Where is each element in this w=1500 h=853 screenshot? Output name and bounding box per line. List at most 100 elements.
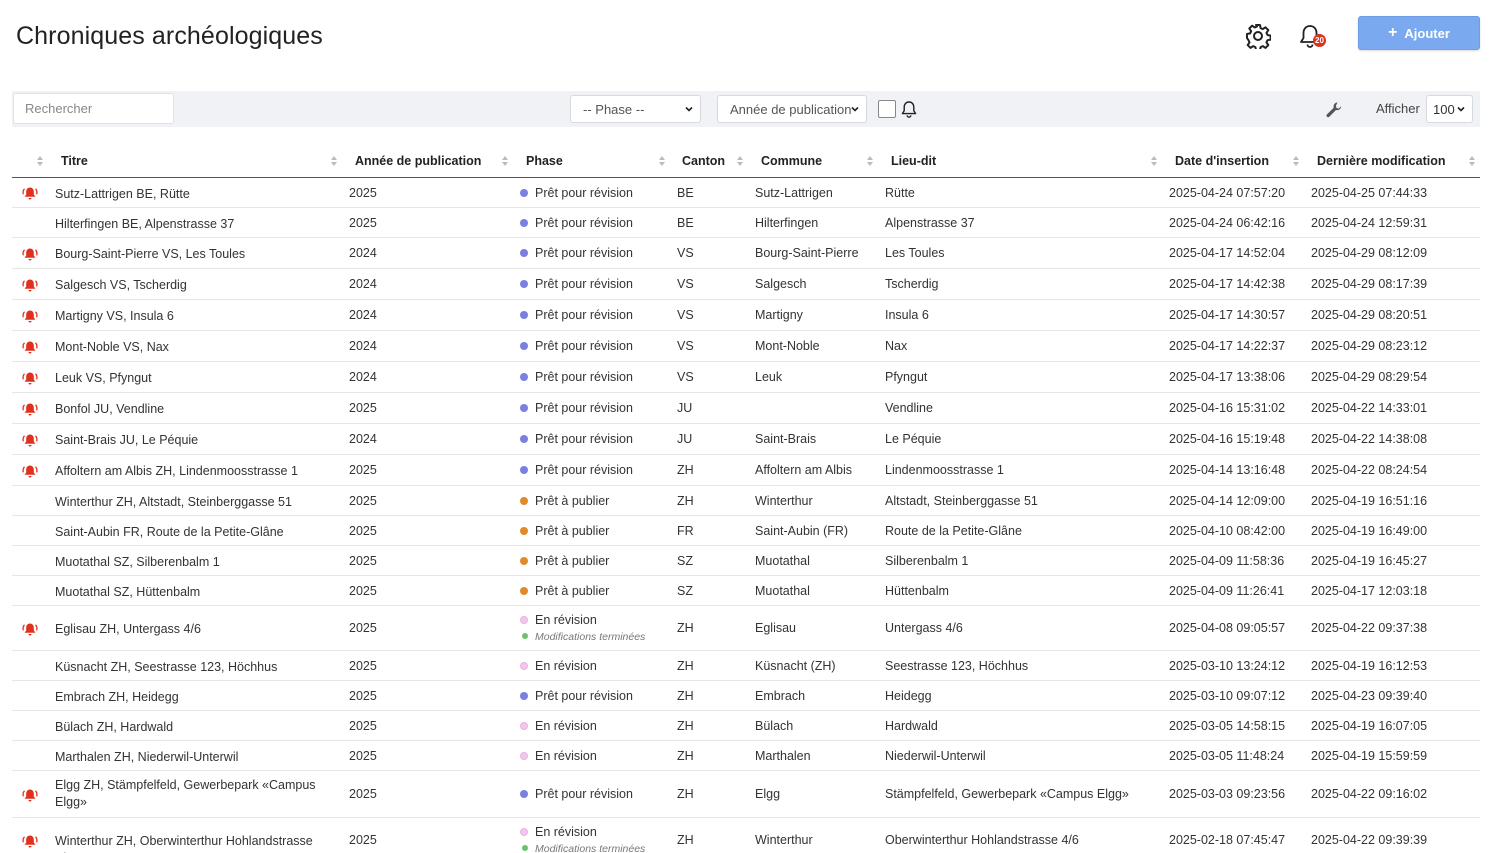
column-header-inserted[interactable]: Date d'insertion: [1175, 154, 1269, 168]
row-modified-date: 2025-04-25 07:44:33: [1311, 186, 1428, 200]
settings-gear-icon[interactable]: [1245, 23, 1272, 52]
sort-icon[interactable]: [37, 156, 43, 166]
table-row[interactable]: Martigny VS, Insula 6 2024 Prêt pour révis…: [12, 300, 1480, 331]
row-year: 2025: [349, 689, 377, 703]
row-title[interactable]: Martigny VS, Insula 6: [55, 308, 325, 325]
alarm-bell-icon[interactable]: [21, 787, 39, 803]
row-title[interactable]: Salgesch VS, Tscherdig: [55, 277, 325, 294]
table-row[interactable]: Eglisau ZH, Untergass 4/6 2025 En révision…: [12, 606, 1480, 651]
alarm-bell-icon[interactable]: [21, 246, 39, 262]
page-size-select[interactable]: 100: [1426, 95, 1473, 123]
alarm-bell-icon[interactable]: [21, 833, 39, 849]
row-title[interactable]: Marthalen ZH, Niederwil-Unterwil: [55, 749, 325, 766]
alarm-bell-icon[interactable]: [21, 185, 39, 201]
alarm-bell-icon[interactable]: [21, 621, 39, 637]
table-row[interactable]: Embrach ZH, Heidegg 2025 Prêt pour révisio…: [12, 681, 1480, 711]
row-year: 2025: [349, 749, 377, 763]
notifications-bell-icon[interactable]: 20: [1298, 23, 1328, 51]
table-row[interactable]: Bonfol JU, Vendline 2025 Prêt pour révisio…: [12, 393, 1480, 424]
search-input[interactable]: [13, 93, 174, 124]
row-title[interactable]: Bourg-Saint-Pierre VS, Les Toules: [55, 246, 325, 263]
phase-label: Prêt pour révision: [535, 186, 633, 200]
sort-icon[interactable]: [659, 156, 665, 166]
row-modified-date: 2025-04-29 08:17:39: [1311, 277, 1428, 291]
year-select[interactable]: Année de publication: [717, 95, 867, 123]
column-header-year[interactable]: Année de publication: [355, 154, 481, 168]
row-phase: En révision Modifications terminées: [520, 825, 645, 853]
phase-label: En révision: [535, 613, 597, 627]
table-row[interactable]: Hilterfingen BE, Alpenstrasse 37 2025 Prêt…: [12, 208, 1480, 238]
table-row[interactable]: Salgesch VS, Tscherdig 2024 Prêt pour révi…: [12, 269, 1480, 300]
row-canton: ZH: [677, 749, 694, 763]
row-title[interactable]: Winterthur ZH, Altstadt, Steinberggasse …: [55, 494, 325, 511]
table-row[interactable]: Bülach ZH, Hardwald 2025 En révision ZH Büla…: [12, 711, 1480, 741]
table-row[interactable]: Muotathal SZ, Hüttenbalm 2025 Prêt à publi…: [12, 576, 1480, 606]
row-title[interactable]: Saint-Brais JU, Le Péquie: [55, 432, 325, 449]
row-title[interactable]: Winterthur ZH, Oberwinterthur Hohlandstr…: [55, 833, 325, 853]
row-inserted-date: 2025-02-18 07:45:47: [1169, 833, 1286, 847]
row-commune: Küsnacht (ZH): [755, 659, 836, 673]
table-row[interactable]: Mont-Noble VS, Nax 2024 Prêt pour révision…: [12, 331, 1480, 362]
row-title[interactable]: Muotathal SZ, Hüttenbalm: [55, 584, 325, 601]
sort-icon[interactable]: [1151, 156, 1157, 166]
alarm-bell-icon[interactable]: [21, 339, 39, 355]
table-row[interactable]: Winterthur ZH, Oberwinterthur Hohlandstr…: [12, 818, 1480, 853]
sort-icon[interactable]: [331, 156, 337, 166]
row-modified-date: 2025-04-29 08:23:12: [1311, 339, 1428, 353]
table-row[interactable]: Leuk VS, Pfyngut 2024 Prêt pour révision VS…: [12, 362, 1480, 393]
table-row[interactable]: Bourg-Saint-Pierre VS, Les Toules 2024 Prê…: [12, 238, 1480, 269]
sort-icon[interactable]: [1293, 156, 1299, 166]
table-row[interactable]: Saint-Aubin FR, Route de la Petite-Glâne…: [12, 516, 1480, 546]
row-title[interactable]: Muotathal SZ, Silberenbalm 1: [55, 554, 325, 571]
row-title[interactable]: Saint-Aubin FR, Route de la Petite-Glâne: [55, 524, 325, 541]
column-header-commune[interactable]: Commune: [761, 154, 822, 168]
alarm-bell-icon[interactable]: [21, 401, 39, 417]
alarm-filter-checkbox[interactable]: [878, 100, 896, 118]
sort-icon[interactable]: [502, 156, 508, 166]
table-row[interactable]: Küsnacht ZH, Seestrasse 123, Höchhus 2025…: [12, 651, 1480, 681]
alarm-bell-icon[interactable]: [21, 432, 39, 448]
sort-icon[interactable]: [1469, 156, 1475, 166]
add-button[interactable]: + Ajouter: [1358, 16, 1480, 50]
table-row[interactable]: Elgg ZH, Stämpfelfeld, Gewerbepark «Camp…: [12, 771, 1480, 818]
alarm-bell-icon[interactable]: [21, 370, 39, 386]
row-title[interactable]: Küsnacht ZH, Seestrasse 123, Höchhus: [55, 659, 325, 676]
wrench-icon[interactable]: [1324, 100, 1344, 120]
row-title[interactable]: Bonfol JU, Vendline: [55, 401, 325, 418]
row-modified-date: 2025-04-17 12:03:18: [1311, 584, 1428, 598]
phase-status-dot: [520, 373, 528, 381]
alarm-bell-icon[interactable]: [21, 277, 39, 293]
table-row[interactable]: Muotathal SZ, Silberenbalm 1 2025 Prêt à p…: [12, 546, 1480, 576]
column-header-lieu-dit[interactable]: Lieu-dit: [891, 154, 936, 168]
table-row[interactable]: Affoltern am Albis ZH, Lindenmoosstrasse…: [12, 455, 1480, 486]
row-year: 2025: [349, 524, 377, 538]
alarm-bell-icon[interactable]: [21, 463, 39, 479]
table-row[interactable]: Saint-Brais JU, Le Péquie 2024 Prêt pour r…: [12, 424, 1480, 455]
column-header-canton[interactable]: Canton: [682, 154, 725, 168]
row-inserted-date: 2025-03-10 13:24:12: [1169, 659, 1286, 673]
phase-label: Prêt à publier: [535, 554, 610, 568]
alarm-bell-icon[interactable]: [21, 308, 39, 324]
table-row[interactable]: Winterthur ZH, Altstadt, Steinberggasse …: [12, 486, 1480, 516]
sort-icon[interactable]: [737, 156, 743, 166]
sort-icon[interactable]: [867, 156, 873, 166]
table-row[interactable]: Sutz-Lattrigen BE, Rütte 2025 Prêt pour ré…: [12, 178, 1480, 208]
column-header-modified[interactable]: Dernière modification: [1317, 154, 1446, 168]
row-title[interactable]: Embrach ZH, Heidegg: [55, 689, 325, 706]
row-inserted-date: 2025-03-10 09:07:12: [1169, 689, 1286, 703]
row-commune: Bourg-Saint-Pierre: [755, 246, 859, 260]
row-title[interactable]: Hilterfingen BE, Alpenstrasse 37: [55, 216, 325, 233]
row-title[interactable]: Elgg ZH, Stämpfelfeld, Gewerbepark «Camp…: [55, 777, 325, 811]
phase-status-dot: [520, 466, 528, 474]
column-header-title[interactable]: Titre: [61, 154, 88, 168]
row-title[interactable]: Leuk VS, Pfyngut: [55, 370, 325, 387]
row-title[interactable]: Eglisau ZH, Untergass 4/6: [55, 621, 325, 638]
table-row[interactable]: Marthalen ZH, Niederwil-Unterwil 2025 En r…: [12, 741, 1480, 771]
row-title[interactable]: Sutz-Lattrigen BE, Rütte: [55, 186, 325, 203]
row-title[interactable]: Bülach ZH, Hardwald: [55, 719, 325, 736]
row-title[interactable]: Mont-Noble VS, Nax: [55, 339, 325, 356]
column-header-phase[interactable]: Phase: [526, 154, 563, 168]
row-title[interactable]: Affoltern am Albis ZH, Lindenmoosstrasse…: [55, 463, 325, 480]
row-lieu-dit: Nax: [885, 339, 908, 353]
phase-select[interactable]: -- Phase --: [570, 95, 701, 123]
